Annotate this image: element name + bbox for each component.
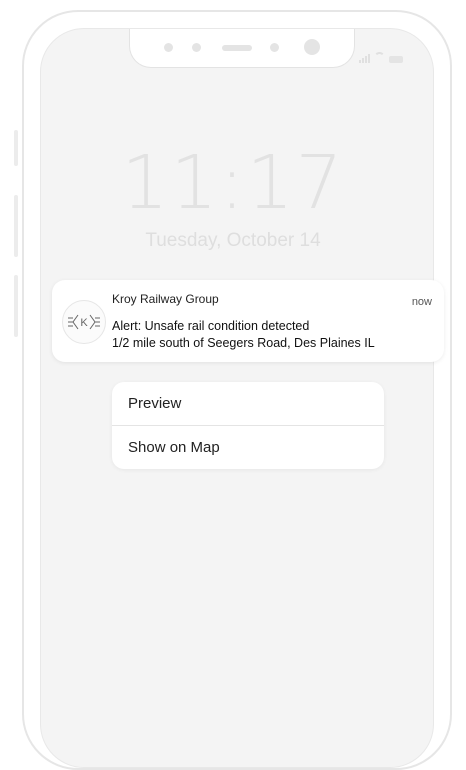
notification-title: Alert: Unsafe rail condition detected	[112, 319, 310, 333]
kroy-logo-letter: K	[80, 317, 88, 329]
notification-card[interactable]: K Kroy Railway Group now Alert: Unsafe r…	[52, 280, 444, 362]
notification-timestamp: now	[411, 296, 432, 308]
kroy-logo-mark-icon: K	[68, 314, 100, 330]
show-on-map-button[interactable]: Show on Map	[112, 425, 384, 469]
lock-date: Tuesday, October 14	[145, 230, 321, 251]
lock-time: 11:17	[121, 140, 345, 226]
notification-body: 1/2 mile south of Seegers Road, Des Plai…	[112, 336, 375, 350]
status-bar	[359, 50, 403, 63]
notification-actions-menu: Preview Show on Map	[112, 382, 384, 469]
battery-icon	[389, 56, 403, 63]
kroy-k-logo-icon: K	[62, 300, 106, 344]
volume-down-button	[14, 275, 18, 337]
sensor-dot-icon	[270, 43, 279, 52]
preview-button[interactable]: Preview	[112, 382, 384, 425]
notch	[129, 29, 355, 68]
speaker-icon	[222, 45, 252, 51]
camera-icon	[304, 39, 320, 55]
notification-app-name: Kroy Railway Group	[112, 292, 219, 306]
sensor-dot-icon	[164, 43, 173, 52]
wifi-icon	[374, 52, 385, 63]
signal-icon	[359, 54, 370, 63]
sensor-dot-icon	[192, 43, 201, 52]
